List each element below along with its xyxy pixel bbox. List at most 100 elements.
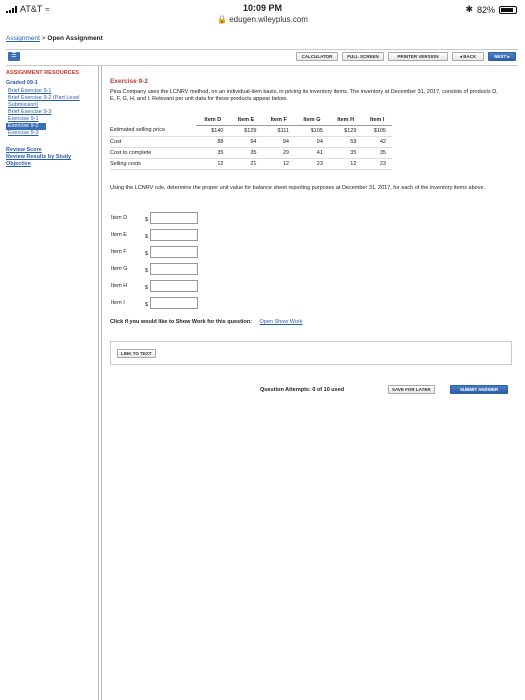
sidebar-heading: ASSIGNMENT RESOURCES	[6, 70, 80, 76]
table-header: Item F	[262, 115, 295, 126]
sidebar-group-title: Graded 09-1	[6, 80, 38, 86]
breadcrumb-separator: >	[41, 35, 46, 42]
table-cell: 12	[328, 158, 363, 170]
printer-version-button[interactable]: PRINTER VERSION	[388, 52, 448, 61]
table-cell: $111	[262, 125, 295, 137]
lock-icon: 🔒	[217, 15, 227, 24]
collapse-sidebar-icon[interactable]: ☰	[8, 52, 20, 61]
sidebar-item-exercise-9-3[interactable]: Exercise 9-3	[6, 130, 96, 137]
battery-percent: 82%	[476, 4, 495, 15]
currency-symbol: $	[145, 251, 149, 257]
bluetooth-icon: ✱	[465, 4, 473, 14]
sidebar-item-exercise-9-1[interactable]: Exercise 9-1	[6, 116, 96, 123]
table-row: Cost 88 94 94 94 59 42	[110, 136, 392, 148]
currency-symbol: $	[145, 268, 149, 274]
review-results-link[interactable]: Review Results by Study Objective	[6, 154, 96, 168]
question-text: Using the LCNRV rule, determine the prop…	[110, 185, 486, 191]
row-label: Cost	[110, 136, 196, 148]
table-cell: 42	[362, 136, 392, 148]
answer-row-item-i: Item I $	[110, 296, 210, 310]
address-bar[interactable]: 🔒 edugen.wileyplus.com	[0, 15, 525, 24]
table-cell: 94	[262, 136, 295, 148]
row-label: Cost to complete	[110, 147, 196, 159]
row-label: Estimated selling price	[110, 125, 196, 137]
table-cell: $129	[229, 125, 263, 137]
table-cell: 12	[262, 158, 295, 170]
sidebar-divider-inner	[101, 66, 102, 700]
answer-row-item-d: Item D $	[110, 211, 210, 225]
table-cell: 12	[196, 158, 230, 170]
sidebar-item-brief-exercise-9-2[interactable]: Brief Exercise 9-2 (Part Level Submissio…	[6, 95, 96, 109]
save-for-later-button[interactable]: SAVE FOR LATER	[388, 385, 435, 394]
ios-status-bar: AT&T ≈ 10:09 PM 🔒 edugen.wileyplus.com ✱…	[0, 0, 525, 28]
currency-symbol: $	[145, 285, 149, 291]
answer-label: Item G	[111, 266, 128, 272]
breadcrumb-assignment-link[interactable]: Assignment	[6, 35, 40, 42]
item-e-value-input[interactable]	[150, 229, 198, 241]
table-cell: $105	[294, 125, 329, 137]
sidebar-divider	[98, 66, 99, 700]
show-work-prompt: Click if you would like to Show Work for…	[110, 319, 303, 325]
question-attempts: Question Attempts: 0 of 10 used	[260, 387, 345, 393]
table-header: Item I	[362, 115, 392, 126]
battery-icon	[499, 5, 517, 14]
answer-row-item-g: Item G $	[110, 262, 210, 276]
sidebar-item-brief-exercise-9-1[interactable]: Brief Exercise 9-1	[6, 88, 96, 95]
answer-label: Item F	[111, 249, 127, 255]
item-g-value-input[interactable]	[150, 263, 198, 275]
answer-row-item-f: Item F $	[110, 245, 210, 259]
row-label: Selling costs	[110, 158, 196, 170]
table-header: Item E	[229, 115, 263, 126]
table-header-row: Item D Item E Item F Item G Item H Item …	[110, 115, 392, 126]
submission-bar: Question Attempts: 0 of 10 used SAVE FOR…	[110, 383, 510, 397]
table-cell: 35	[362, 147, 392, 159]
table-cell: $129	[328, 125, 363, 137]
full-screen-button[interactable]: FULL SCREEN	[342, 52, 384, 61]
breadcrumb-current: Open Assignment	[47, 35, 103, 42]
show-work-text: Click if you would like to Show Work for…	[110, 319, 252, 325]
open-show-work-link[interactable]: Open Show Work	[260, 319, 303, 325]
back-button[interactable]: ◂ BACK	[452, 52, 484, 61]
table-row: Selling costs 12 21 12 23 12 23	[110, 158, 392, 170]
item-h-value-input[interactable]	[150, 280, 198, 292]
table-cell: 35	[328, 147, 363, 159]
item-d-value-input[interactable]	[150, 212, 198, 224]
answer-label: Item H	[111, 283, 128, 289]
calculator-button[interactable]: CALCULATOR	[296, 52, 338, 61]
link-to-text-button[interactable]: LINK TO TEXT	[117, 349, 156, 358]
toolbar: ☰ CALCULATOR FULL SCREEN PRINTER VERSION…	[6, 50, 518, 64]
answer-label: Item E	[111, 232, 127, 238]
table-cell: 41	[294, 147, 329, 159]
answer-row-item-h: Item H $	[110, 279, 210, 293]
currency-symbol: $	[145, 217, 149, 223]
review-score-link[interactable]: Review Score	[6, 147, 96, 154]
breadcrumb: Assignment > Open Assignment	[6, 35, 103, 42]
table-row: Estimated selling price $140 $129 $111 $…	[110, 125, 392, 137]
table-cell: 59	[328, 136, 363, 148]
table-cell: 94	[294, 136, 329, 148]
table-header-blank	[110, 115, 196, 125]
table-header: Item G	[294, 115, 329, 126]
table-row: Cost to complete 35 35 29 41 35 35	[110, 147, 392, 159]
answer-label: Item I	[111, 300, 125, 306]
url-text: edugen.wileyplus.com	[229, 15, 308, 24]
next-button[interactable]: NEXT ▸	[488, 52, 516, 61]
battery-status: ✱ 82%	[465, 4, 517, 15]
table-cell: 29	[262, 147, 295, 159]
product-data-table: Item D Item E Item F Item G Item H Item …	[110, 115, 392, 170]
currency-symbol: $	[145, 234, 149, 240]
assignment-sidebar: ASSIGNMENT RESOURCES Graded 09-1 Brief E…	[6, 70, 96, 168]
item-i-value-input[interactable]	[150, 297, 198, 309]
table-cell: $105	[362, 125, 392, 137]
table-cell: 35	[196, 147, 230, 159]
item-f-value-input[interactable]	[150, 246, 198, 258]
table-cell: $140	[196, 125, 230, 137]
table-cell: 94	[229, 136, 263, 148]
sidebar-item-brief-exercise-9-3[interactable]: Brief Exercise 9-3	[6, 109, 96, 116]
table-header: Item D	[196, 115, 230, 126]
submit-answer-button[interactable]: SUBMIT ANSWER	[450, 385, 508, 394]
clock: 10:09 PM	[242, 3, 283, 13]
sidebar-item-exercise-9-2[interactable]: Exercise 9-2	[6, 123, 46, 130]
answer-row-item-e: Item E $	[110, 228, 210, 242]
table-cell: 35	[229, 147, 263, 159]
